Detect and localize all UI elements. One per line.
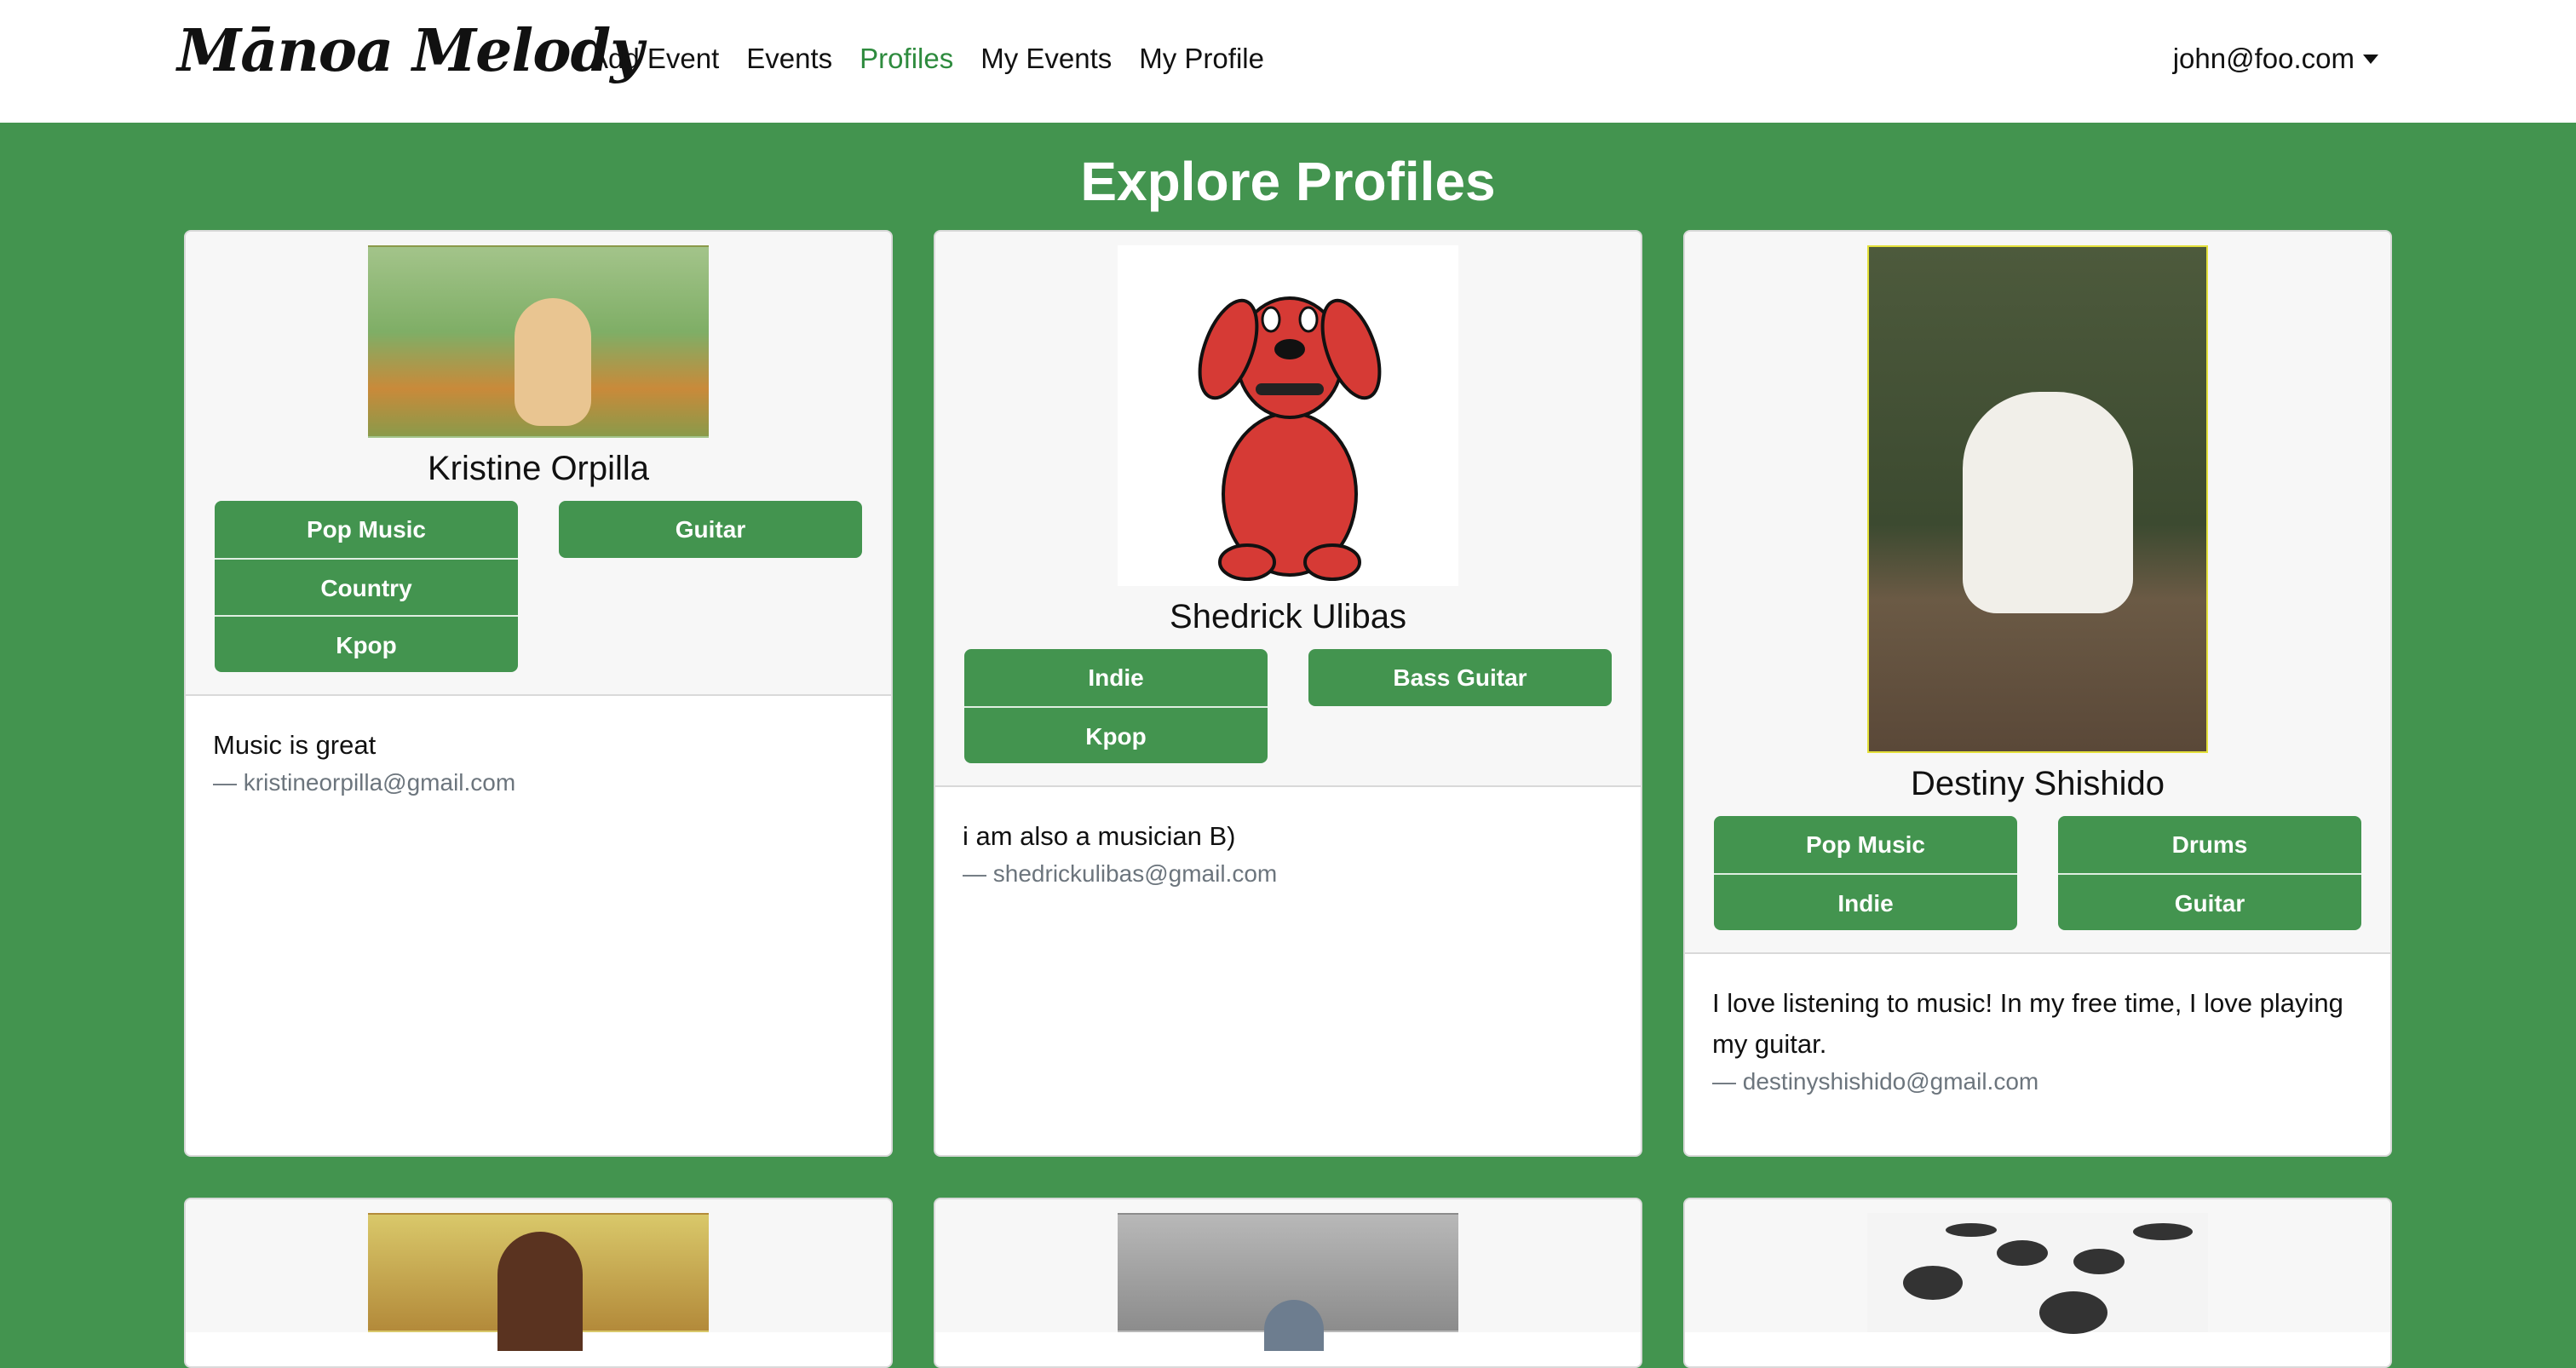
genre-tag: Kpop — [964, 706, 1268, 763]
profile-bio: i am also a musician B) — [963, 821, 1236, 851]
nav-link-my-profile[interactable]: My Profile — [1139, 43, 1264, 75]
nav-link-events[interactable]: Events — [746, 43, 832, 75]
navbar: Mānoa Melody Add Event Events Profiles M… — [0, 0, 2576, 123]
profile-email: — kristineorpilla@gmail.com — [213, 769, 516, 796]
profile-name: Destiny Shishido — [1911, 765, 2165, 802]
profile-tags: Pop Music Indie Drums Guitar — [1685, 804, 2390, 952]
caret-down-icon — [2363, 54, 2378, 64]
brand-logo[interactable]: Mānoa Melody — [177, 17, 644, 85]
profile-card: Destiny Shishido Pop Music Indie Drums G… — [1683, 230, 2392, 1157]
genre-tag: Pop Music — [215, 501, 518, 558]
profile-card-header: Kristine Orpilla Pop Music Country Kpop … — [186, 232, 891, 696]
profile-card — [934, 1198, 1642, 1368]
profile-card-header: Destiny Shishido Pop Music Indie Drums G… — [1685, 232, 2390, 954]
profile-name: Kristine Orpilla — [427, 450, 650, 487]
profile-card — [184, 1198, 893, 1368]
profile-card-body: I love listening to music! In my free ti… — [1685, 954, 2390, 1124]
profile-tags: Indie Kpop Bass Guitar — [935, 637, 1641, 785]
instrument-tags: Guitar — [559, 501, 862, 672]
nav-link-add-event[interactable]: Add Event — [589, 43, 719, 75]
profile-name: Shedrick Ulibas — [1170, 598, 1406, 635]
profile-image — [1118, 1213, 1458, 1351]
profile-card-header: Shedrick Ulibas Indie Kpop Bass Guitar — [935, 232, 1641, 787]
instrument-tag: Guitar — [559, 501, 862, 558]
profile-tags: Pop Music Country Kpop Guitar — [186, 489, 891, 694]
profile-card-body: Music is great — kristineorpilla@gmail.c… — [186, 696, 891, 825]
profile-bio: I love listening to music! In my free ti… — [1712, 988, 2343, 1059]
user-dropdown[interactable]: john@foo.com — [2173, 43, 2378, 75]
nav-link-profiles[interactable]: Profiles — [860, 43, 953, 75]
genre-tag: Indie — [964, 649, 1268, 706]
genre-tag: Indie — [1714, 873, 2017, 930]
profile-image — [1867, 1213, 2208, 1334]
profile-card-header — [186, 1199, 891, 1351]
instrument-tag: Bass Guitar — [1308, 649, 1612, 706]
profile-image — [1118, 245, 1458, 586]
genre-tags: Pop Music Country Kpop — [215, 501, 518, 672]
profile-card-header — [1685, 1199, 2390, 1334]
instrument-tag: Guitar — [2058, 873, 2361, 930]
profile-card-header — [935, 1199, 1641, 1351]
page-title: Explore Profiles — [1080, 151, 1496, 212]
instrument-tags: Drums Guitar — [2058, 816, 2361, 930]
instrument-tag: Drums — [2058, 816, 2361, 873]
profile-email: — destinyshishido@gmail.com — [1712, 1068, 2039, 1095]
genre-tag: Pop Music — [1714, 816, 2017, 873]
profile-email: — shedrickulibas@gmail.com — [963, 860, 1278, 887]
genre-tags: Indie Kpop — [964, 649, 1268, 763]
nav-link-my-events[interactable]: My Events — [980, 43, 1112, 75]
profile-card-body: i am also a musician B) — shedrickulibas… — [935, 787, 1641, 917]
profile-image — [368, 1213, 709, 1351]
profile-bio: Music is great — [213, 730, 377, 760]
profile-card: Shedrick Ulibas Indie Kpop Bass Guitar i… — [934, 230, 1642, 1157]
genre-tag: Kpop — [215, 615, 518, 672]
genre-tag: Country — [215, 558, 518, 615]
user-email: john@foo.com — [2172, 43, 2355, 74]
nav-links: Add Event Events Profiles My Events My P… — [589, 43, 1264, 75]
profile-image — [368, 245, 709, 438]
instrument-tags: Bass Guitar — [1308, 649, 1612, 763]
profile-card: Kristine Orpilla Pop Music Country Kpop … — [184, 230, 893, 1157]
profile-image — [1867, 245, 2208, 753]
clifford-illustration — [1198, 296, 1382, 581]
profile-card — [1683, 1198, 2392, 1368]
genre-tags: Pop Music Indie — [1714, 816, 2017, 930]
